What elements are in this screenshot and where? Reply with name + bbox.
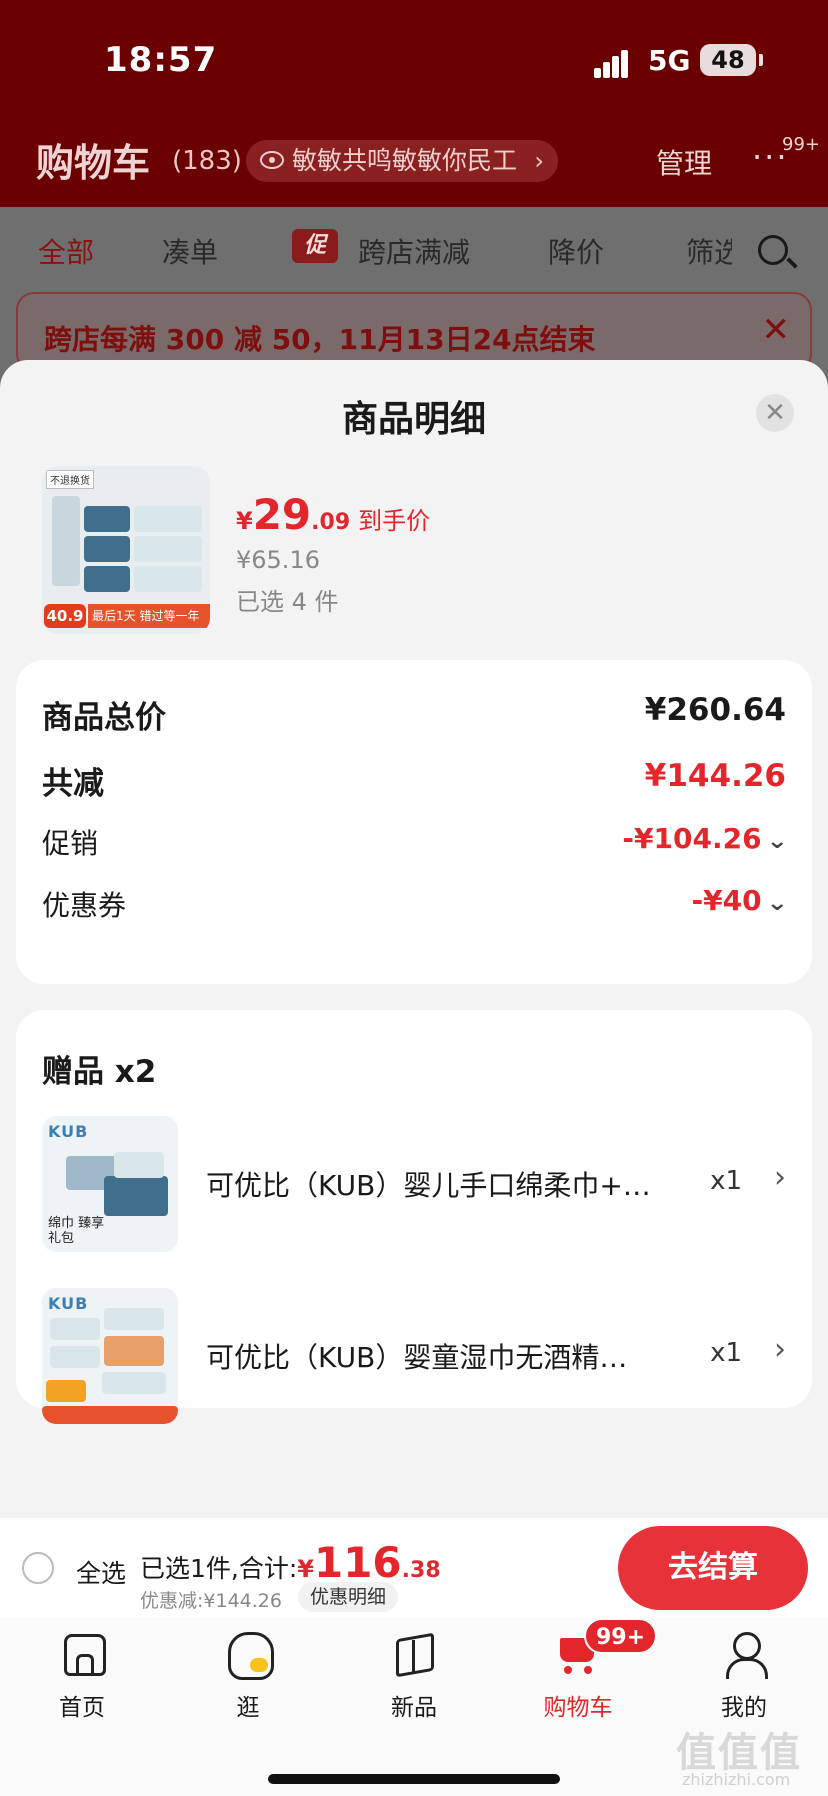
brand-logo: KUB (48, 1294, 89, 1313)
total-currency: ¥ (297, 1555, 314, 1583)
chevron-down-icon: ⌄ (765, 829, 788, 854)
price-label: 到手价 (358, 507, 431, 535)
select-all-checkbox[interactable] (22, 1552, 54, 1584)
tab-cart-label: 购物车 (543, 1695, 613, 1721)
total-integer: 116 (313, 1538, 402, 1587)
gift-image: KUB (42, 1288, 178, 1424)
tab-cross-store[interactable]: 跨店满减 (358, 231, 470, 271)
eye-icon (260, 151, 284, 169)
coupon-label: 优惠券 (42, 889, 127, 922)
selected-count: 已选 4 件 (236, 588, 339, 616)
box-icon (390, 1630, 438, 1678)
browse-icon (224, 1630, 274, 1680)
promo-tag: 促 (292, 229, 338, 263)
battery-icon: 48 (700, 44, 763, 76)
reduce-label: 共减 (42, 766, 104, 802)
home-indicator (268, 1774, 560, 1784)
reduce-value: ¥144.26 (644, 758, 786, 794)
top-header: 18:57 5G 48 购物车 (183) 敏敏共鸣敏敏你民工 › 管理 ···… (0, 0, 828, 207)
tab-home-label: 首页 (59, 1695, 105, 1721)
price-decimal: .09 (311, 510, 351, 535)
promo-row[interactable]: 促销 -¥104.26 ⌄ (42, 822, 788, 862)
price-integer: 29 (252, 490, 312, 539)
gift-qty: x1 (710, 1338, 742, 1368)
tab-new-label: 新品 (391, 1695, 437, 1721)
watermark-url: zhizhizhi.com (682, 1770, 791, 1789)
tab-new[interactable]: 新品 (354, 1630, 474, 1722)
promo-value: -¥104.26 (622, 822, 762, 855)
image-strip: 最后1天 错过等一年 (88, 604, 210, 628)
cart-count: (183) (172, 146, 242, 176)
total-label: 商品总价 (42, 700, 166, 736)
gift-item[interactable]: KUB 可优比（KUB）婴童湿巾无酒精… x1 › (42, 1288, 786, 1424)
cart-badge: 99+ (584, 1618, 658, 1654)
tab-browse[interactable]: 逛 (188, 1630, 308, 1722)
summary-prefix: 已选1件,合计: (140, 1554, 298, 1583)
tab-filter[interactable]: 筛选 (686, 231, 732, 271)
address-pill[interactable]: 敏敏共鸣敏敏你民工 › (246, 140, 558, 182)
total-value: ¥260.64 (644, 692, 786, 728)
tab-bundle[interactable]: 凑单 (162, 231, 218, 271)
original-price: ¥65.16 (236, 546, 320, 574)
close-icon[interactable]: ✕ (762, 310, 791, 350)
status-bar: 18:57 5G 48 (0, 40, 828, 84)
coupon-row[interactable]: 优惠券 -¥40 ⌄ (42, 884, 788, 924)
gifts-title: 赠品 x2 (42, 1054, 157, 1090)
final-price: ¥29.09 到手价 (236, 490, 430, 539)
tab-me-label: 我的 (721, 1695, 767, 1721)
tab-browse-label: 逛 (236, 1695, 260, 1721)
checkout-button[interactable]: 去结算 (618, 1526, 808, 1610)
gift-item[interactable]: KUB 绵巾 臻享礼包 可优比（KUB）婴儿手口绵柔巾+… x1 › (42, 1116, 786, 1252)
discount-text: 优惠减:¥144.26 (140, 1590, 282, 1612)
status-time: 18:57 (104, 40, 218, 80)
gift-name: 可优比（KUB）婴儿手口绵柔巾+… (206, 1169, 651, 1202)
search-icon[interactable] (758, 235, 788, 265)
price-breakdown-card: 商品总价 ¥260.64 共减 ¥144.26 促销 -¥104.26 ⌄ 优惠券… (16, 660, 812, 984)
gift-caption: 绵巾 臻享礼包 (48, 1216, 105, 1246)
sheet-title: 商品明细 (341, 399, 486, 440)
tab-all[interactable]: 全部 (38, 231, 94, 271)
gifts-card: 赠品 x2 KUB 绵巾 臻享礼包 可优比（KUB）婴儿手口绵柔巾+… x1 ›… (16, 1010, 812, 1424)
close-icon[interactable]: ✕ (756, 394, 794, 432)
network-type: 5G (648, 44, 691, 77)
product-detail-sheet: 商品明细 ✕ 不退换货 40.9 最后1天 错过等一年 ¥29.09 到手价 ¥6… (0, 360, 828, 1520)
chevron-right-icon: › (534, 147, 544, 175)
discount-detail-button[interactable]: 优惠明细 (298, 1582, 399, 1612)
more-badge: 99+ (782, 134, 820, 155)
promo-label: 促销 (42, 827, 99, 860)
image-price: 40.9 (44, 604, 86, 628)
image-tag: 不退换货 (46, 470, 94, 489)
gift-image: KUB 绵巾 臻享礼包 (42, 1116, 178, 1252)
home-icon (58, 1630, 106, 1678)
page-title: 购物车 (36, 141, 151, 185)
currency-symbol: ¥ (236, 507, 253, 535)
address-text: 敏敏共鸣敏敏你民工 (292, 146, 518, 175)
gift-name: 可优比（KUB）婴童湿巾无酒精… (206, 1341, 628, 1374)
chevron-right-icon: › (774, 1160, 786, 1195)
select-all-label[interactable]: 全选 (76, 1554, 126, 1590)
filter-tabs: 全部 凑单 促 跨店满减 降价 筛选 (0, 207, 828, 287)
promo-value-wrap: -¥104.26 ⌄ (622, 822, 788, 855)
banner-text: 跨店每满 300 减 50，11月13日24点结束 (44, 323, 596, 356)
manage-button[interactable]: 管理 (656, 142, 712, 182)
product-image: 不退换货 40.9 最后1天 错过等一年 (42, 466, 210, 634)
coupon-value-wrap: -¥40 ⌄ (691, 884, 788, 917)
total-summary: 已选1件,合计:¥116.38 (140, 1538, 441, 1587)
chevron-down-icon: ⌄ (765, 891, 788, 916)
coupon-value: -¥40 (691, 884, 762, 917)
brand-logo: KUB (48, 1122, 89, 1141)
tab-home[interactable]: 首页 (22, 1630, 142, 1722)
chevron-right-icon: › (774, 1332, 786, 1367)
person-icon (720, 1630, 768, 1679)
total-decimal: .38 (401, 1558, 441, 1583)
gift-qty: x1 (710, 1166, 742, 1196)
tab-price-drop[interactable]: 降价 (548, 231, 604, 271)
signal-icon (594, 48, 636, 78)
checkout-bar: 全选 已选1件,合计:¥116.38 优惠减:¥144.26 优惠明细 去结算 (0, 1518, 828, 1618)
tab-me[interactable]: 我的 (684, 1630, 804, 1722)
